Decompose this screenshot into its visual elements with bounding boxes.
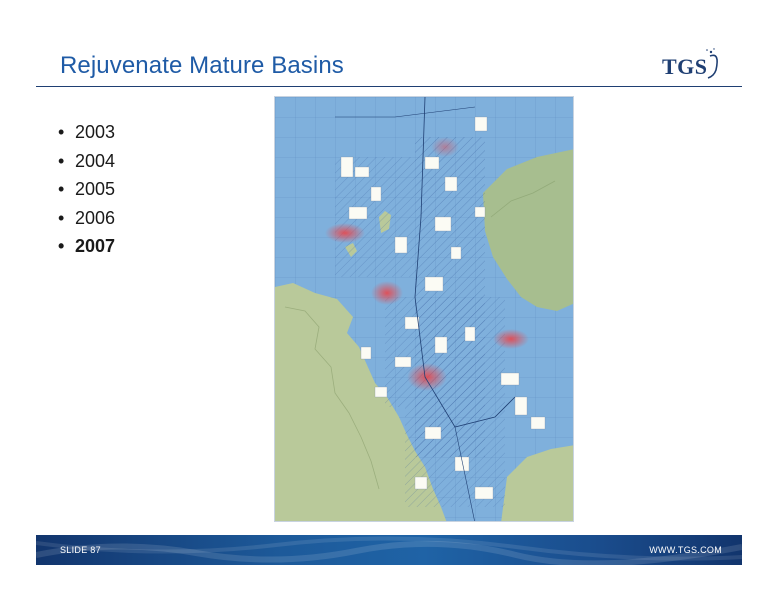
footer-wave-pattern: [36, 536, 742, 565]
bullet-2004: 2004: [58, 147, 115, 176]
slide-number: SLIDE 87: [60, 545, 101, 555]
bullet-2006: 2006: [58, 204, 115, 233]
north-sea-map: [274, 96, 574, 522]
bullet-2007: 2007: [58, 232, 115, 261]
year-bullet-list: 2003 2004 2005 2006 2007: [58, 118, 115, 261]
bullet-2003: 2003: [58, 118, 115, 147]
tgs-swoosh-icon: [706, 48, 718, 79]
slide-title: Rejuvenate Mature Basins: [60, 52, 344, 79]
website-url: WWW.TGS.COM: [649, 545, 722, 555]
bullet-2005: 2005: [58, 175, 115, 204]
highlight-zone: [407, 363, 447, 391]
highlight-zone: [493, 329, 529, 349]
highlight-zone: [325, 223, 365, 243]
title-divider: [36, 86, 742, 87]
tgs-logo: TGS: [658, 44, 748, 84]
highlight-zone: [371, 281, 403, 305]
north-sea-seismic-coverage-map: [275, 97, 573, 521]
slide-footer: SLIDE 87 WWW.TGS.COM: [36, 535, 742, 565]
slide: Rejuvenate Mature Basins TGS 2003 2004 2…: [0, 0, 776, 600]
